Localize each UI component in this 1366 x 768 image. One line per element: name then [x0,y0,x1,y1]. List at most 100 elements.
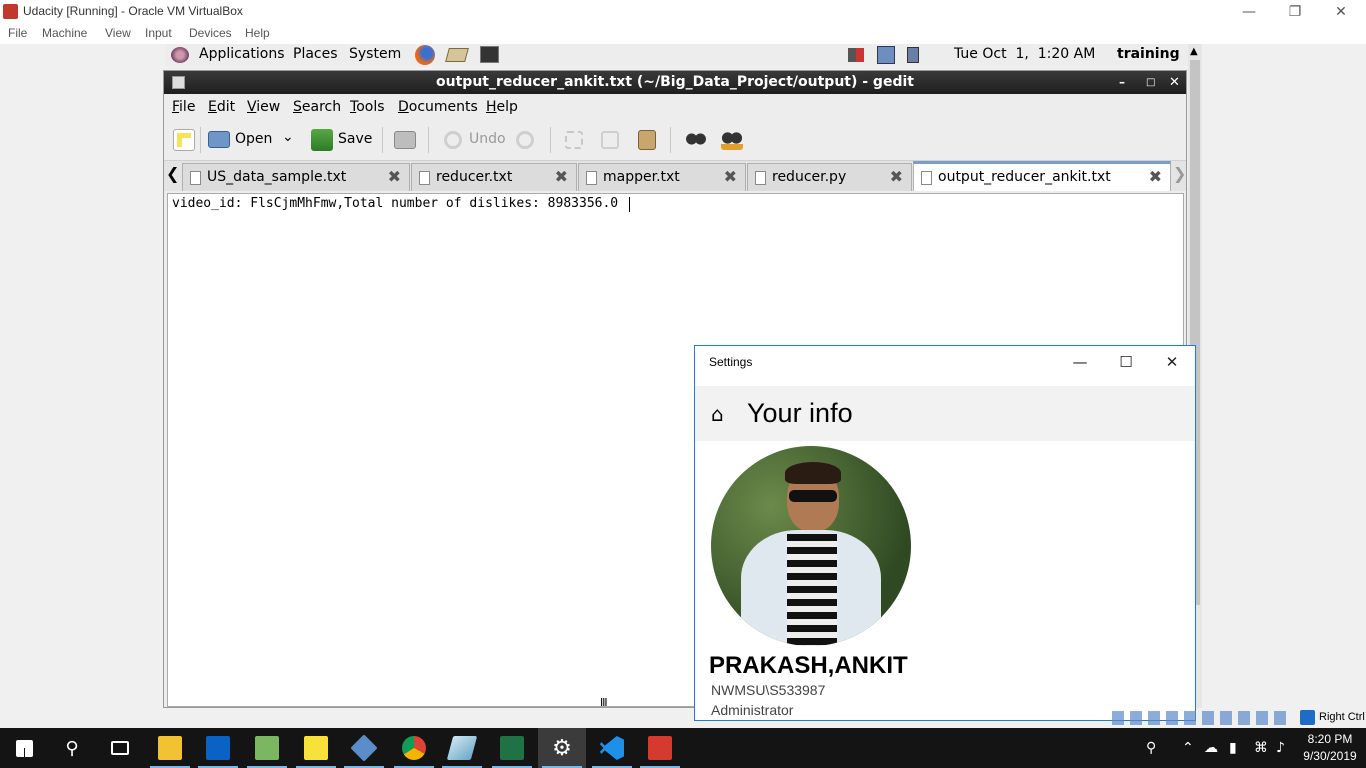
restore-button[interactable]: ❐ [1272,0,1318,24]
taskbar-outlook[interactable] [194,728,242,768]
minimize-button[interactable]: — [1226,0,1272,24]
gedit-maximize-icon[interactable]: □ [1146,71,1155,94]
tab-scroll-left-icon[interactable]: ❮ [166,164,179,183]
panel-menu-applications[interactable]: Applications [199,46,285,62]
vbox-menu-devices[interactable]: Devices [189,26,232,40]
editor-content[interactable]: video_id: FlsCjmMhFmw,Total number of di… [172,196,618,211]
tab-close-icon[interactable]: ✖ [890,167,903,186]
notepad-icon [255,736,279,760]
gedit-menu-help[interactable]: Help [486,99,518,115]
tab-output-reducer-ankit[interactable]: output_reducer_ankit.txt ✖ [913,161,1171,191]
taskbar-settings[interactable]: ⚙ [538,728,586,768]
find-replace-icon[interactable] [721,130,743,150]
task-view-button[interactable] [96,728,144,768]
gedit-menu-tools[interactable]: Tools [350,99,385,115]
undo-icon[interactable] [444,131,462,149]
tab-us-data-sample[interactable]: US_data_sample.txt ✖ [182,163,410,191]
show-hidden-icons[interactable]: ⌃ [1182,740,1194,756]
vbox-menu-input[interactable]: Input [145,26,172,40]
close-button[interactable]: ✕ [1318,0,1364,24]
settings-minimize-button[interactable]: — [1057,346,1103,378]
network-icon[interactable] [877,46,895,64]
tab-reducer-py[interactable]: reducer.py ✖ [747,163,912,191]
avatar-hair [785,462,841,484]
taskbar-terminal-app[interactable] [636,728,684,768]
virtualbox-icon [350,734,378,762]
mail-icon[interactable] [445,48,469,62]
copy-icon[interactable] [601,131,619,149]
vbox-menu-machine[interactable]: Machine [42,26,87,40]
terminal-icon[interactable] [480,46,499,63]
volume-muted-icon[interactable] [848,48,864,62]
tab-close-icon[interactable]: ✖ [1149,167,1162,186]
panel-menu-system[interactable]: System [349,46,401,62]
firefox-icon[interactable] [415,45,435,65]
sticky-notes-icon [304,736,328,760]
gedit-minimize-icon[interactable]: – [1119,71,1125,94]
onedrive-icon[interactable]: ☁ [1204,740,1218,756]
save-icon[interactable] [311,129,333,151]
toolbar-separator [382,127,383,153]
settings-maximize-button[interactable]: ☐ [1103,346,1149,378]
gedit-menu-file[interactable]: File [172,99,195,115]
panel-menu-places[interactable]: Places [293,46,338,62]
new-document-icon[interactable] [173,129,195,151]
virtualbox-icon [3,4,18,19]
taskbar-vscode[interactable] [588,728,636,768]
battery-icon[interactable] [907,47,919,63]
vbox-menu-help[interactable]: Help [245,26,270,40]
host-key-icon [1300,710,1315,725]
folder-icon [158,736,182,760]
start-button[interactable] [0,728,48,768]
cut-icon[interactable] [565,131,583,149]
gnome-top-panel: Applications Places System Tue Oct 1, 1:… [165,44,1202,66]
tab-close-icon[interactable]: ✖ [555,167,568,186]
save-button[interactable]: Save [338,131,372,147]
tab-reducer-txt[interactable]: reducer.txt ✖ [411,163,577,191]
tab-close-icon[interactable]: ✖ [724,167,737,186]
paste-icon[interactable] [638,130,656,150]
taskbar-virtualbox[interactable] [340,728,388,768]
battery-tray-icon[interactable]: ▮ [1229,740,1237,756]
panel-user[interactable]: training [1117,46,1180,62]
open-button[interactable]: Open [235,131,272,147]
taskbar-excel[interactable] [488,728,536,768]
gedit-menu-view[interactable]: View [247,99,280,115]
outlook-icon [206,736,230,760]
redo-icon[interactable] [516,131,534,149]
taskbar-remote-desktop[interactable] [438,728,486,768]
gedit-menu-documents[interactable]: Documents [398,99,478,115]
tab-scroll-right-icon[interactable]: ❯ [1173,164,1186,183]
wifi-icon[interactable]: ⌘ [1254,740,1268,756]
search-button[interactable]: ⚲ [48,728,96,768]
taskbar-sticky-notes[interactable] [292,728,340,768]
gedit-menu-edit[interactable]: Edit [208,99,235,115]
find-icon[interactable] [685,130,707,148]
gedit-window-title: output_reducer_ankit.txt (~/Big_Data_Pro… [436,74,914,90]
scroll-up-icon[interactable]: ▲ [1190,46,1198,57]
taskbar-date[interactable]: 9/30/2019 [1300,749,1360,763]
volume-muted-tray-icon[interactable]: ♪ [1276,740,1285,756]
taskbar-file-explorer[interactable] [146,728,194,768]
chrome-icon [402,736,426,760]
settings-close-button[interactable]: ✕ [1149,346,1195,378]
print-icon[interactable] [394,131,416,149]
tab-close-icon[interactable]: ✖ [388,167,401,186]
gedit-menu-search[interactable]: Search [293,99,341,115]
people-icon[interactable]: ⚲ [1146,740,1156,756]
vbox-menu-view[interactable]: View [105,26,131,40]
home-icon[interactable]: ⌂ [711,402,724,426]
taskbar-notepad[interactable] [243,728,291,768]
taskbar-time[interactable]: 8:20 PM [1300,732,1360,746]
vbox-menu-file[interactable]: File [8,26,27,40]
open-folder-icon[interactable] [208,131,230,148]
open-dropdown-icon[interactable]: ⌄ [282,129,294,145]
undo-button[interactable]: Undo [469,131,506,147]
tab-mapper-txt[interactable]: mapper.txt ✖ [578,163,746,191]
search-icon: ⚲ [65,737,79,759]
gedit-close-icon[interactable]: ✕ [1169,71,1180,94]
avatar-tshirt [787,534,837,646]
taskbar-chrome[interactable] [390,728,438,768]
panel-datetime[interactable]: Tue Oct 1, 1:20 AM [954,46,1095,62]
tab-label: reducer.py [772,169,847,185]
